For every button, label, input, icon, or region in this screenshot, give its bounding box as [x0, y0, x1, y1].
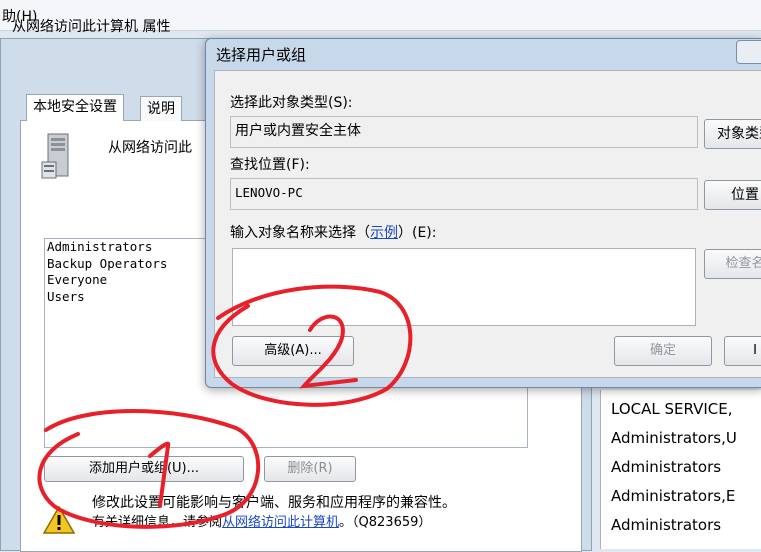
- cancel-button[interactable]: I: [724, 336, 761, 366]
- object-types-button[interactable]: 对象类型: [704, 119, 761, 149]
- advanced-button[interactable]: 高级(A)...: [232, 336, 354, 366]
- list-item: Administrators: [611, 516, 722, 534]
- location-label: 查找位置(F):: [230, 157, 310, 173]
- location-field: LENOVO-PC: [230, 178, 698, 210]
- check-names-button[interactable]: 检查名: [704, 249, 761, 279]
- enter-names-suffix: ）(E):: [398, 225, 437, 241]
- add-user-or-group-button[interactable]: 添加用户或组(U)...: [44, 456, 244, 482]
- list-item: Administrators,U: [611, 429, 737, 447]
- right-user-list: LOCAL SERVICE, Administrators,U Administ…: [600, 390, 761, 549]
- warning-detail-prefix: 有关详细信息，请参阅: [92, 515, 223, 530]
- tab-local-security[interactable]: 本地安全设置: [26, 94, 124, 121]
- close-icon[interactable]: [736, 40, 761, 64]
- ok-button[interactable]: 确定: [614, 336, 712, 366]
- object-type-label: 选择此对象类型(S):: [230, 95, 353, 111]
- server-icon: [41, 133, 69, 179]
- tab-explain[interactable]: 说明: [140, 96, 182, 121]
- warning-detail: 有关详细信息，请参阅从网络访问此计算机。（Q823659）: [92, 511, 431, 530]
- examples-link[interactable]: 示例: [370, 225, 398, 241]
- policy-title: 从网络访问此: [108, 140, 192, 156]
- locations-button[interactable]: 位置: [704, 180, 761, 210]
- remove-button[interactable]: 删除(R): [264, 456, 356, 482]
- enter-names-prefix: 输入对象名称来选择（: [230, 225, 370, 241]
- properties-window-title: 从网络访问此计算机 属性: [12, 19, 171, 35]
- enter-names-label: 输入对象名称来选择（示例）(E):: [230, 222, 437, 242]
- warning-icon: [42, 505, 76, 534]
- object-type-field: 用户或内置安全主体: [230, 116, 698, 148]
- object-names-input[interactable]: [232, 248, 696, 326]
- dialog-title: 选择用户或组: [216, 46, 307, 64]
- policy-help-link[interactable]: 从网络访问此计算机: [222, 515, 339, 530]
- list-item: Administrators: [611, 458, 722, 476]
- warning-text: 修改此设置可能影响与客户端、服务和应用程序的兼容性。: [92, 495, 456, 511]
- list-item: LOCAL SERVICE,: [611, 400, 733, 418]
- list-item: Administrators,E: [611, 487, 736, 505]
- kb-reference: 。（Q823659）: [339, 515, 432, 530]
